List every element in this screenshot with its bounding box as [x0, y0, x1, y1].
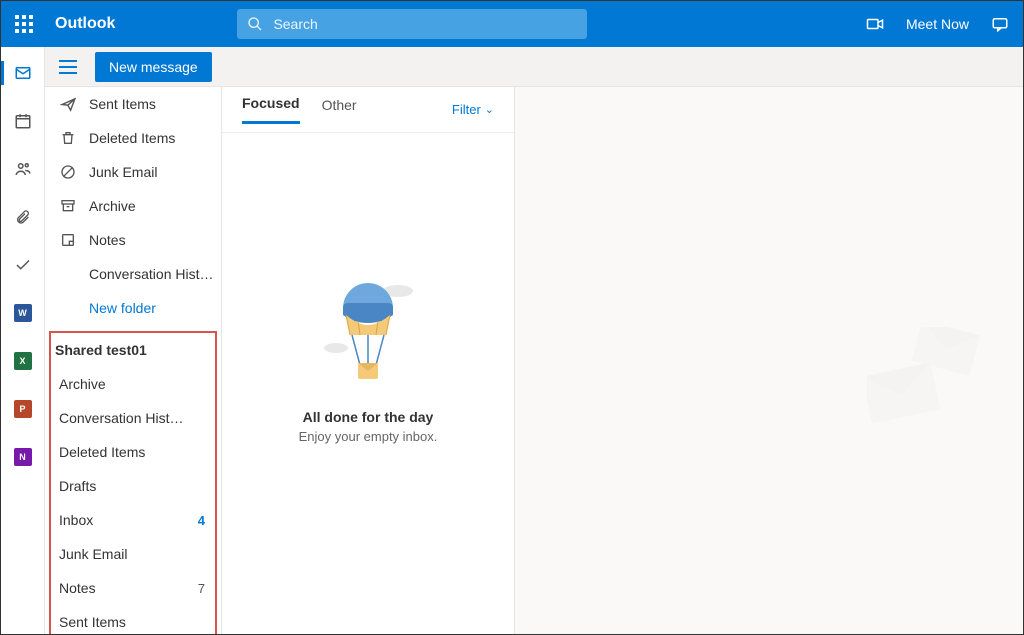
shared-folder-junk-email[interactable]: Junk Email	[51, 537, 215, 571]
rail-mail[interactable]	[1, 59, 45, 87]
chevron-down-icon: ⌄	[45, 342, 47, 358]
folder-label: Sent Items	[89, 96, 221, 112]
video-icon[interactable]	[866, 15, 884, 33]
folder-archive[interactable]: Archive	[45, 189, 221, 223]
shared-mailbox-header[interactable]: ⌄ Shared test01	[51, 333, 215, 367]
app-title: Outlook	[55, 15, 115, 33]
excel-icon: X	[14, 352, 32, 370]
shared-folder-notes[interactable]: Notes7	[51, 571, 215, 605]
tab-other[interactable]: Other	[322, 97, 357, 123]
powerpoint-icon: P	[14, 400, 32, 418]
note-icon	[59, 231, 77, 249]
shared-folder-inbox[interactable]: Inbox4	[51, 503, 215, 537]
folder-count: 4	[198, 513, 205, 528]
shared-folder-conversation-hist-[interactable]: Conversation Hist…	[51, 401, 215, 435]
mail-icon	[14, 64, 32, 82]
shared-mailbox-group: ⌄ Shared test01 Archive Conversation Hist…	[49, 331, 217, 634]
empty-title: All done for the day	[303, 409, 434, 425]
folder-label: Notes	[59, 580, 198, 596]
app-launcher-icon[interactable]	[15, 15, 33, 33]
shared-folder-archive[interactable]: Archive	[51, 367, 215, 401]
search-placeholder: Search	[273, 16, 317, 32]
hamburger-icon[interactable]	[59, 60, 77, 74]
new-folder-link[interactable]: New folder	[45, 291, 221, 325]
folder-sent-items[interactable]: Sent Items	[45, 87, 221, 121]
rail-word[interactable]: W	[1, 299, 45, 327]
folder-label: Drafts	[59, 478, 205, 494]
folder-label: Junk Email	[59, 546, 205, 562]
folder-icon	[59, 265, 77, 283]
envelope-watermark-icon	[867, 327, 987, 451]
onenote-icon: N	[14, 448, 32, 466]
folder-label: Conversation Hist…	[89, 266, 221, 282]
archive-icon	[59, 197, 77, 215]
send-icon	[59, 95, 77, 113]
folder-conversation-hist-[interactable]: Conversation Hist…	[45, 257, 221, 291]
attachment-icon	[15, 208, 31, 226]
message-list-pane: Focused Other Filter ⌄ All done for the …	[221, 87, 515, 634]
new-message-button[interactable]: New message	[95, 52, 212, 82]
filter-button[interactable]: Filter ⌄	[452, 102, 494, 117]
calendar-icon	[14, 112, 32, 130]
ban-icon	[59, 163, 77, 181]
shared-folder-deleted-items[interactable]: Deleted Items	[51, 435, 215, 469]
folder-label: Sent Items	[59, 614, 205, 630]
search-input[interactable]: Search	[237, 9, 587, 39]
folder-label: Conversation Hist…	[59, 410, 205, 426]
folder-label: Notes	[89, 232, 221, 248]
folder-notes[interactable]: Notes	[45, 223, 221, 257]
meet-now-button[interactable]: Meet Now	[906, 16, 969, 32]
chevron-down-icon: ⌄	[485, 103, 494, 116]
shared-mailbox-name: Shared test01	[55, 342, 147, 358]
folder-label: Junk Email	[89, 164, 221, 180]
command-bar: New message	[45, 47, 1023, 87]
rail-powerpoint[interactable]: P	[1, 395, 45, 423]
shared-folder-sent-items[interactable]: Sent Items	[51, 605, 215, 634]
people-icon	[14, 160, 32, 178]
empty-subtitle: Enjoy your empty inbox.	[299, 429, 438, 444]
folder-junk-email[interactable]: Junk Email	[45, 155, 221, 189]
rail-people[interactable]	[1, 155, 45, 183]
rail-calendar[interactable]	[1, 107, 45, 135]
word-icon: W	[14, 304, 32, 322]
folder-label: Deleted Items	[89, 130, 221, 146]
rail-onenote[interactable]: N	[1, 443, 45, 471]
check-icon	[14, 256, 32, 274]
folder-label: Inbox	[59, 512, 198, 528]
folder-count: 7	[198, 581, 205, 596]
rail-todo[interactable]	[1, 251, 45, 279]
folder-label: Deleted Items	[59, 444, 205, 460]
chat-icon[interactable]	[991, 15, 1009, 33]
folder-deleted-items[interactable]: Deleted Items	[45, 121, 221, 155]
empty-state: All done for the day Enjoy your empty in…	[222, 273, 514, 444]
balloon-illustration	[318, 273, 418, 393]
shared-folder-drafts[interactable]: Drafts	[51, 469, 215, 503]
folder-pane: Sent Items Deleted Items Junk Email Archive…	[45, 87, 221, 634]
folder-label: Archive	[59, 376, 205, 392]
search-icon	[247, 16, 263, 32]
tab-focused[interactable]: Focused	[242, 95, 300, 124]
rail-files[interactable]	[1, 203, 45, 231]
top-bar: Outlook Search Meet Now	[1, 1, 1023, 47]
trash-icon	[59, 129, 77, 147]
inbox-tabs: Focused Other Filter ⌄	[222, 87, 514, 133]
left-rail: W X P N	[1, 47, 45, 634]
folder-label: Archive	[89, 198, 221, 214]
reading-pane	[515, 87, 1023, 634]
rail-excel[interactable]: X	[1, 347, 45, 375]
